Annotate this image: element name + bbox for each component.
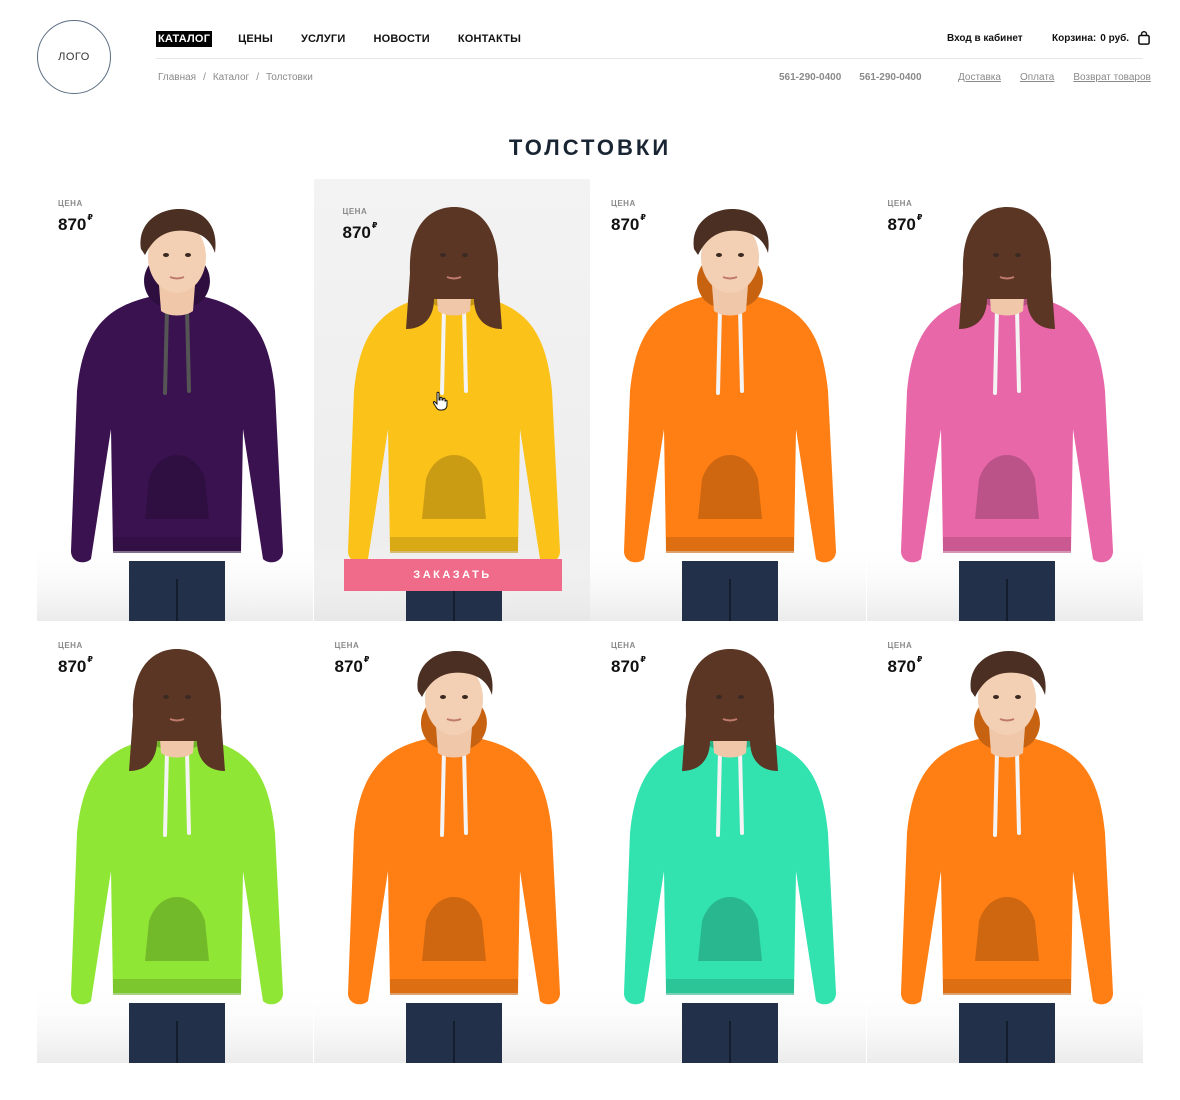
product-photo bbox=[590, 209, 866, 621]
price-label: ЦЕНА bbox=[887, 199, 913, 208]
login-link[interactable]: Вход в кабинет bbox=[947, 33, 1023, 44]
price-label: ЦЕНА bbox=[334, 641, 360, 650]
product-price: 870₽ bbox=[611, 213, 646, 235]
cart-label: Корзина: bbox=[1052, 32, 1097, 44]
product-price: 870₽ bbox=[334, 655, 370, 677]
shopping-bag-icon bbox=[1138, 31, 1150, 45]
price-label: ЦЕНА bbox=[887, 641, 913, 650]
header-divider bbox=[156, 58, 1143, 59]
price-label: ЦЕНА bbox=[611, 641, 636, 650]
price-value: 870 bbox=[611, 215, 640, 234]
breadcrumb: Главная / Каталог / Толстовки bbox=[158, 72, 313, 83]
price-label: ЦЕНА bbox=[342, 207, 368, 216]
product-card[interactable]: ЦЕНА 870₽ bbox=[590, 179, 867, 621]
product-card[interactable]: ЦЕНА 870₽ ЗАКАЗАТЬ bbox=[313, 179, 590, 621]
breadcrumb-separator: / bbox=[256, 72, 259, 83]
hand-cursor-icon bbox=[432, 391, 447, 411]
price-value: 870 bbox=[887, 215, 916, 234]
page-title: ТОЛСТОВКИ bbox=[508, 134, 672, 160]
info-links: Доставка Оплата Возврат товаров bbox=[958, 72, 1151, 83]
currency-symbol: ₽ bbox=[87, 655, 93, 664]
product-photo bbox=[313, 651, 590, 1063]
breadcrumb-home[interactable]: Главная bbox=[158, 72, 196, 83]
product-card[interactable]: ЦЕНА 870₽ bbox=[866, 621, 1143, 1064]
logo-text: ЛОГО bbox=[58, 51, 90, 63]
product-grid: ЦЕНА 870₽ ЦЕНА 870₽ ЗАКАЗАТЬ ЦЕНА 870₽ Ц… bbox=[37, 179, 1143, 1064]
product-price: 870₽ bbox=[58, 655, 93, 677]
price-value: 870 bbox=[58, 215, 87, 234]
product-card[interactable]: ЦЕНА 870₽ bbox=[37, 179, 314, 621]
product-card[interactable]: ЦЕНА 870₽ bbox=[313, 621, 590, 1064]
price-value: 870 bbox=[58, 657, 87, 676]
price-value: 870 bbox=[342, 223, 371, 242]
product-photo bbox=[590, 649, 866, 1063]
cart-link[interactable]: Корзина: 0 руб. bbox=[1052, 31, 1150, 45]
price-value: 870 bbox=[611, 657, 640, 676]
product-price: 870₽ bbox=[342, 221, 378, 243]
product-price: 870₽ bbox=[887, 213, 923, 235]
price-label: ЦЕНА bbox=[58, 641, 83, 650]
nav-item-services[interactable]: УСЛУГИ bbox=[299, 31, 347, 47]
product-price: 870₽ bbox=[611, 655, 646, 677]
currency-symbol: ₽ bbox=[371, 221, 378, 230]
currency-symbol: ₽ bbox=[640, 655, 646, 664]
breadcrumb-separator: / bbox=[203, 72, 206, 83]
nav-item-contacts[interactable]: КОНТАКТЫ bbox=[456, 31, 523, 47]
product-card[interactable]: ЦЕНА 870₽ bbox=[866, 179, 1143, 621]
currency-symbol: ₽ bbox=[363, 655, 370, 664]
logo[interactable]: ЛОГО bbox=[37, 20, 111, 94]
payment-link[interactable]: Оплата bbox=[1020, 72, 1054, 83]
price-value: 870 bbox=[887, 657, 916, 676]
product-price: 870₽ bbox=[887, 655, 923, 677]
nav-item-catalog[interactable]: КАТАЛОГ bbox=[156, 31, 213, 47]
product-photo bbox=[866, 651, 1143, 1063]
phone-number-2[interactable]: 561-290-0400 bbox=[859, 72, 921, 83]
main-nav: КАТАЛОГ ЦЕНЫ УСЛУГИ НОВОСТИ КОНТАКТЫ bbox=[156, 31, 547, 47]
nav-item-prices[interactable]: ЦЕНЫ bbox=[236, 31, 275, 47]
product-photo bbox=[866, 207, 1143, 621]
phone-number-1[interactable]: 561-290-0400 bbox=[779, 72, 841, 83]
breadcrumb-current: Толстовки bbox=[265, 72, 313, 83]
cart-value: 0 руб. bbox=[1100, 32, 1130, 44]
product-photo bbox=[37, 649, 313, 1063]
breadcrumb-catalog[interactable]: Каталог bbox=[213, 72, 249, 83]
currency-symbol: ₽ bbox=[916, 655, 923, 664]
product-card[interactable]: ЦЕНА 870₽ bbox=[37, 621, 314, 1064]
product-photo bbox=[313, 207, 590, 621]
product-price: 870₽ bbox=[58, 213, 93, 235]
delivery-link[interactable]: Доставка bbox=[958, 72, 1001, 83]
currency-symbol: ₽ bbox=[916, 213, 923, 222]
price-label: ЦЕНА bbox=[611, 199, 636, 208]
product-card[interactable]: ЦЕНА 870₽ bbox=[590, 621, 867, 1064]
nav-item-news[interactable]: НОВОСТИ bbox=[371, 31, 431, 47]
phone-numbers: 561-290-0400 561-290-0400 bbox=[779, 72, 940, 83]
currency-symbol: ₽ bbox=[640, 213, 646, 222]
currency-symbol: ₽ bbox=[87, 213, 93, 222]
order-button[interactable]: ЗАКАЗАТЬ bbox=[343, 559, 562, 591]
returns-link[interactable]: Возврат товаров bbox=[1073, 72, 1151, 83]
product-photo bbox=[37, 209, 313, 621]
price-label: ЦЕНА bbox=[58, 199, 83, 208]
price-value: 870 bbox=[334, 657, 363, 676]
